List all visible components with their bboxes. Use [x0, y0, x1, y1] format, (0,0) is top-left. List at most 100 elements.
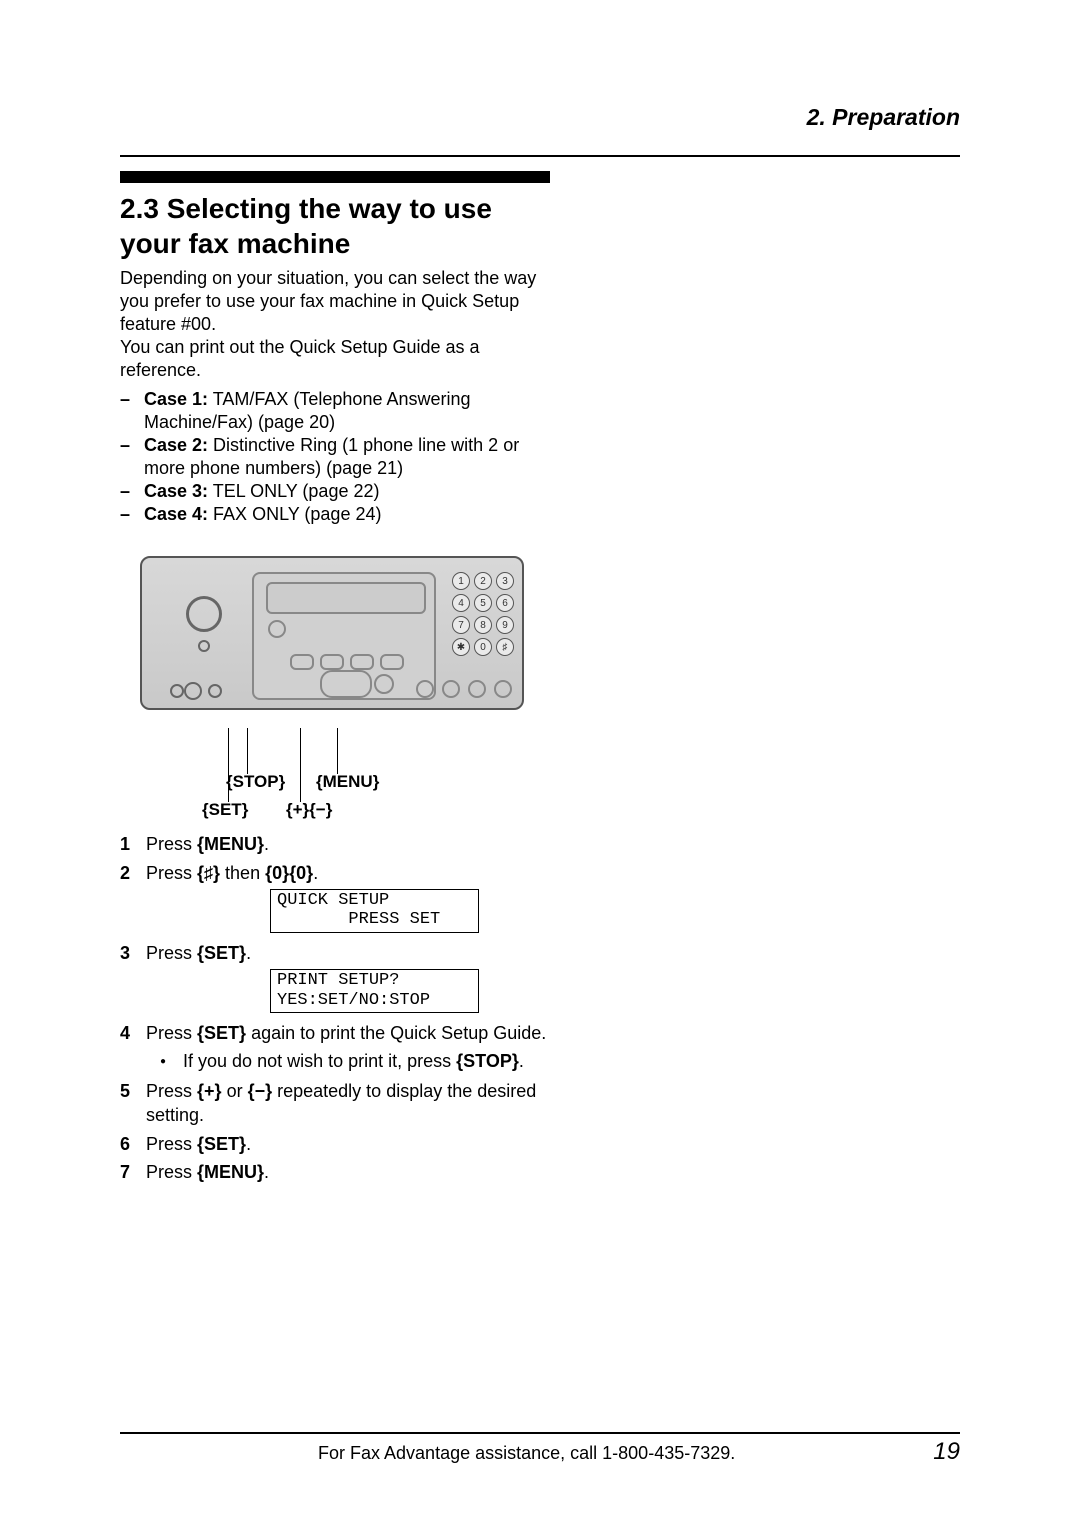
button-icon	[268, 620, 286, 638]
content-column: 2.3 Selecting the way to use your fax ma…	[120, 171, 550, 1184]
key-0-icon: 0	[474, 638, 492, 656]
step-text: .	[246, 943, 251, 963]
button-icon	[198, 640, 210, 652]
nav-pad-icon	[320, 670, 372, 698]
section-title-text: Selecting the way to use your fax machin…	[120, 193, 492, 259]
step-text: Press	[146, 1162, 197, 1182]
center-panel-icon	[252, 572, 436, 700]
fax-illustration: 1 2 3 4 5 6 7 8 9 ✱ 0 ♯	[140, 556, 520, 726]
step-number: 6	[120, 1132, 146, 1156]
step-4: 4 Press SET again to print the Quick Set…	[120, 1021, 550, 1045]
step-number: 3	[120, 941, 146, 965]
step-number: 2	[120, 861, 146, 885]
case-2-label: Case 2:	[144, 435, 208, 455]
fax-body-icon: 1 2 3 4 5 6 7 8 9 ✱ 0 ♯	[140, 556, 524, 710]
case-list: Case 1: TAM/FAX (Telephone Answering Mac…	[120, 388, 550, 526]
step-text: or	[222, 1081, 248, 1101]
callout-leaders: {STOP} {MENU} {SET} {+}{−}	[140, 736, 520, 816]
step-number: 4	[120, 1021, 146, 1045]
lcd-display-1: QUICK SETUP PRESS SET	[270, 889, 479, 933]
leader-line-icon	[300, 728, 301, 802]
key-set: SET	[197, 1134, 246, 1154]
case-4: Case 4: FAX ONLY (page 24)	[120, 503, 550, 526]
section-title: 2.3 Selecting the way to use your fax ma…	[120, 191, 550, 261]
lcd-display-2: PRINT SETUP? YES:SET/NO:STOP	[270, 969, 479, 1013]
step-text: Press	[146, 834, 197, 854]
key-4-icon: 4	[452, 594, 470, 612]
case-2: Case 2: Distinctive Ring (1 phone line w…	[120, 434, 550, 480]
step-text: .	[246, 1134, 251, 1154]
key-minus: −	[248, 1081, 273, 1101]
intro-paragraph-2: You can print out the Quick Setup Guide …	[120, 336, 550, 382]
step-text: again to print the Quick Setup Guide.	[246, 1023, 546, 1043]
callout-stop: {STOP}	[226, 772, 285, 792]
case-1-label: Case 1:	[144, 389, 208, 409]
footer-rule	[120, 1432, 960, 1434]
callout-set: {SET}	[202, 800, 248, 820]
key-star-icon: ✱	[452, 638, 470, 656]
key-9-icon: 9	[496, 616, 514, 634]
button-icon	[170, 684, 184, 698]
key-set: SET	[197, 943, 246, 963]
step-text: .	[264, 1162, 269, 1182]
case-4-label: Case 4:	[144, 504, 208, 524]
step-number: 7	[120, 1160, 146, 1184]
key-8-icon: 8	[474, 616, 492, 634]
key-5-icon: 5	[474, 594, 492, 612]
button-row-icon	[290, 654, 404, 670]
step-list: 1 Press MENU. 2 Press ♯ then 00. QUICK S…	[120, 832, 550, 1184]
step-text: .	[264, 834, 269, 854]
key-0: 0	[265, 863, 289, 883]
callout-menu: {MENU}	[316, 772, 379, 792]
soft-key-row-icon	[416, 680, 512, 698]
step-4-sub: If you do not wish to print it, press ST…	[160, 1050, 550, 1073]
step-6: 6 Press SET.	[120, 1132, 550, 1156]
page: 2. Preparation 2.3 Selecting the way to …	[0, 0, 1080, 1528]
step-5: 5 Press + or − repeatedly to display the…	[120, 1079, 550, 1128]
case-3: Case 3: TEL ONLY (page 22)	[120, 480, 550, 503]
case-3-label: Case 3:	[144, 481, 208, 501]
key-6-icon: 6	[496, 594, 514, 612]
lcd-screen-icon	[266, 582, 426, 614]
step-text: .	[519, 1051, 524, 1071]
step-text: Press	[146, 943, 197, 963]
key-menu: MENU	[197, 834, 264, 854]
step-3: 3 Press SET.	[120, 941, 550, 965]
fax-left-controls-icon	[152, 578, 252, 698]
header-rule	[120, 155, 960, 157]
button-icon	[184, 682, 202, 700]
intro-paragraph-1: Depending on your situation, you can sel…	[120, 267, 550, 336]
step-text: .	[313, 863, 318, 883]
step-number: 5	[120, 1079, 146, 1128]
key-plus: +	[197, 1081, 222, 1101]
key-hash-icon: ♯	[496, 638, 514, 656]
step-number: 1	[120, 832, 146, 856]
case-4-text: FAX ONLY (page 24)	[208, 504, 381, 524]
key-3-icon: 3	[496, 572, 514, 590]
chapter-label: 2. Preparation	[120, 104, 960, 131]
key-1-icon: 1	[452, 572, 470, 590]
key-set: SET	[197, 1023, 246, 1043]
button-icon	[208, 684, 222, 698]
key-hash: ♯	[197, 863, 220, 883]
key-7-icon: 7	[452, 616, 470, 634]
key-menu: MENU	[197, 1162, 264, 1182]
section-number: 2.3	[120, 193, 159, 224]
step-text: Press	[146, 1081, 197, 1101]
case-1: Case 1: TAM/FAX (Telephone Answering Mac…	[120, 388, 550, 434]
step-2: 2 Press ♯ then 00.	[120, 861, 550, 885]
footer: For Fax Advantage assistance, call 1-800…	[120, 1438, 960, 1466]
key-2-icon: 2	[474, 572, 492, 590]
speaker-ring-icon	[186, 596, 222, 632]
step-7: 7 Press MENU.	[120, 1160, 550, 1184]
leader-line-icon	[337, 728, 338, 774]
step-text: If you do not wish to print it, press	[183, 1051, 456, 1071]
footer-assist: For Fax Advantage assistance, call 1-800…	[120, 1443, 933, 1464]
leader-line-icon	[247, 728, 248, 774]
step-text: Press	[146, 863, 197, 883]
numeric-keypad-icon: 1 2 3 4 5 6 7 8 9 ✱ 0 ♯	[452, 572, 512, 656]
case-3-text: TEL ONLY (page 22)	[208, 481, 379, 501]
step-text: Press	[146, 1134, 197, 1154]
section-bar	[120, 171, 550, 183]
step-1: 1 Press MENU.	[120, 832, 550, 856]
